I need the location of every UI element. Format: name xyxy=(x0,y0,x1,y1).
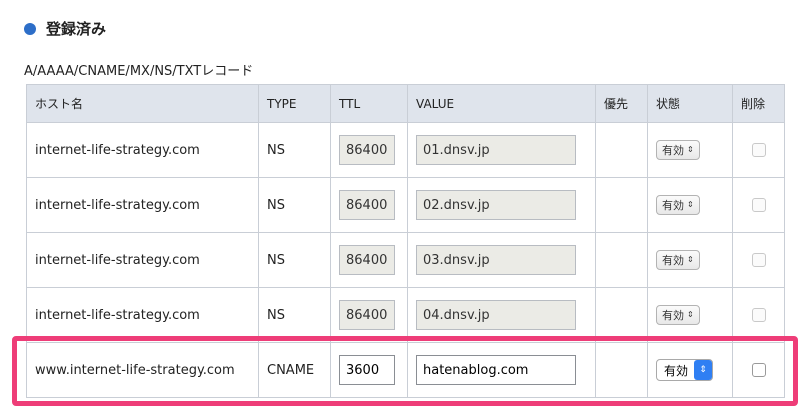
delete-checkbox[interactable] xyxy=(751,143,766,157)
value-cell: 03.dnsv.jp xyxy=(407,232,596,288)
updown-arrows-icon: ⇕ xyxy=(694,360,713,380)
section-title: 登録済み xyxy=(46,20,107,38)
priority-cell xyxy=(595,177,648,233)
type-cell: NS xyxy=(258,232,331,288)
value-field: 03.dnsv.jp xyxy=(416,245,576,275)
delete-cell xyxy=(732,287,785,343)
value-cell: 04.dnsv.jp xyxy=(407,287,596,343)
state-cell: 有効 ⇕ xyxy=(647,342,733,398)
type-cell: NS xyxy=(258,122,331,178)
state-select-value: 有効 xyxy=(662,199,684,212)
circle-bullet-icon xyxy=(24,22,36,35)
table-header-row: ホスト名 TYPE TTL VALUE 優先 状態 削除 xyxy=(26,84,785,123)
state-cell: 有効 ⇕ xyxy=(647,287,733,343)
priority-cell xyxy=(595,232,648,288)
delete-checkbox[interactable] xyxy=(751,308,766,322)
state-select[interactable]: 有効 ⇕ xyxy=(656,250,700,270)
state-select[interactable]: 有効 ⇕ xyxy=(656,359,714,381)
table-row: internet-life-strategy.com NS 86400 01.d… xyxy=(26,122,785,178)
column-header-delete: 削除 xyxy=(732,84,785,123)
table-row: internet-life-strategy.com NS 86400 04.d… xyxy=(26,287,785,343)
value-cell: 02.dnsv.jp xyxy=(407,177,596,233)
column-header-state: 状態 xyxy=(647,84,733,123)
delete-checkbox[interactable] xyxy=(751,363,766,377)
delete-checkbox[interactable] xyxy=(751,198,766,212)
state-cell: 有効 ⇕ xyxy=(647,177,733,233)
updown-arrows-icon: ⇕ xyxy=(687,200,694,209)
delete-cell xyxy=(732,177,785,233)
dns-records-page: 登録済み A/AAAA/CNAME/MX/NS/TXTレコード ホスト名 TYP… xyxy=(0,0,800,410)
value-field: 01.dnsv.jp xyxy=(416,135,576,165)
state-select[interactable]: 有効 ⇕ xyxy=(656,140,700,160)
host-cell: internet-life-strategy.com xyxy=(26,177,259,233)
column-header-ttl: TTL xyxy=(330,84,408,123)
host-cell: internet-life-strategy.com xyxy=(26,232,259,288)
column-header-type: TYPE xyxy=(258,84,331,123)
value-input[interactable]: hatenablog.com xyxy=(416,355,576,385)
column-header-value: VALUE xyxy=(407,84,596,123)
ttl-field: 86400 xyxy=(339,300,395,330)
table-title: A/AAAA/CNAME/MX/NS/TXTレコード xyxy=(24,64,254,79)
type-cell: NS xyxy=(258,177,331,233)
host-cell: www.internet-life-strategy.com xyxy=(26,342,259,398)
ttl-cell: 86400 xyxy=(330,177,408,233)
state-select-value: 有効 xyxy=(662,254,684,267)
state-cell: 有効 ⇕ xyxy=(647,232,733,288)
priority-cell xyxy=(595,122,648,178)
state-cell: 有効 ⇕ xyxy=(647,122,733,178)
dns-records-table: ホスト名 TYPE TTL VALUE 優先 状態 削除 internet-li… xyxy=(26,84,785,398)
priority-cell xyxy=(595,287,648,343)
ttl-input[interactable]: 3600 xyxy=(339,355,395,385)
ttl-cell: 86400 xyxy=(330,232,408,288)
value-cell: hatenablog.com xyxy=(407,342,596,398)
delete-cell xyxy=(732,342,785,398)
state-select-value: 有効 xyxy=(662,144,684,157)
updown-arrows-icon: ⇕ xyxy=(687,255,694,264)
host-cell: internet-life-strategy.com xyxy=(26,122,259,178)
value-field: 02.dnsv.jp xyxy=(416,190,576,220)
delete-cell xyxy=(732,232,785,288)
value-cell: 01.dnsv.jp xyxy=(407,122,596,178)
ttl-cell: 86400 xyxy=(330,122,408,178)
ttl-field: 86400 xyxy=(339,135,395,165)
ttl-field: 86400 xyxy=(339,190,395,220)
delete-checkbox[interactable] xyxy=(751,253,766,267)
section-heading: 登録済み xyxy=(24,18,106,39)
type-cell: CNAME xyxy=(258,342,331,398)
ttl-cell: 86400 xyxy=(330,287,408,343)
ttl-cell: 3600 xyxy=(330,342,408,398)
table-row: internet-life-strategy.com NS 86400 02.d… xyxy=(26,177,785,233)
updown-arrows-icon: ⇕ xyxy=(687,145,694,154)
delete-cell xyxy=(732,122,785,178)
column-header-priority: 優先 xyxy=(595,84,648,123)
state-select-value: 有効 xyxy=(662,309,684,322)
table-row-cname: www.internet-life-strategy.com CNAME 360… xyxy=(26,342,785,398)
value-field: 04.dnsv.jp xyxy=(416,300,576,330)
state-select[interactable]: 有効 ⇕ xyxy=(656,305,700,325)
ttl-field: 86400 xyxy=(339,245,395,275)
priority-cell xyxy=(595,342,648,398)
type-cell: NS xyxy=(258,287,331,343)
host-cell: internet-life-strategy.com xyxy=(26,287,259,343)
state-select[interactable]: 有効 ⇕ xyxy=(656,195,700,215)
table-row: internet-life-strategy.com NS 86400 03.d… xyxy=(26,232,785,288)
state-select-value: 有効 xyxy=(664,363,689,378)
column-header-host: ホスト名 xyxy=(26,84,259,123)
updown-arrows-icon: ⇕ xyxy=(687,310,694,319)
